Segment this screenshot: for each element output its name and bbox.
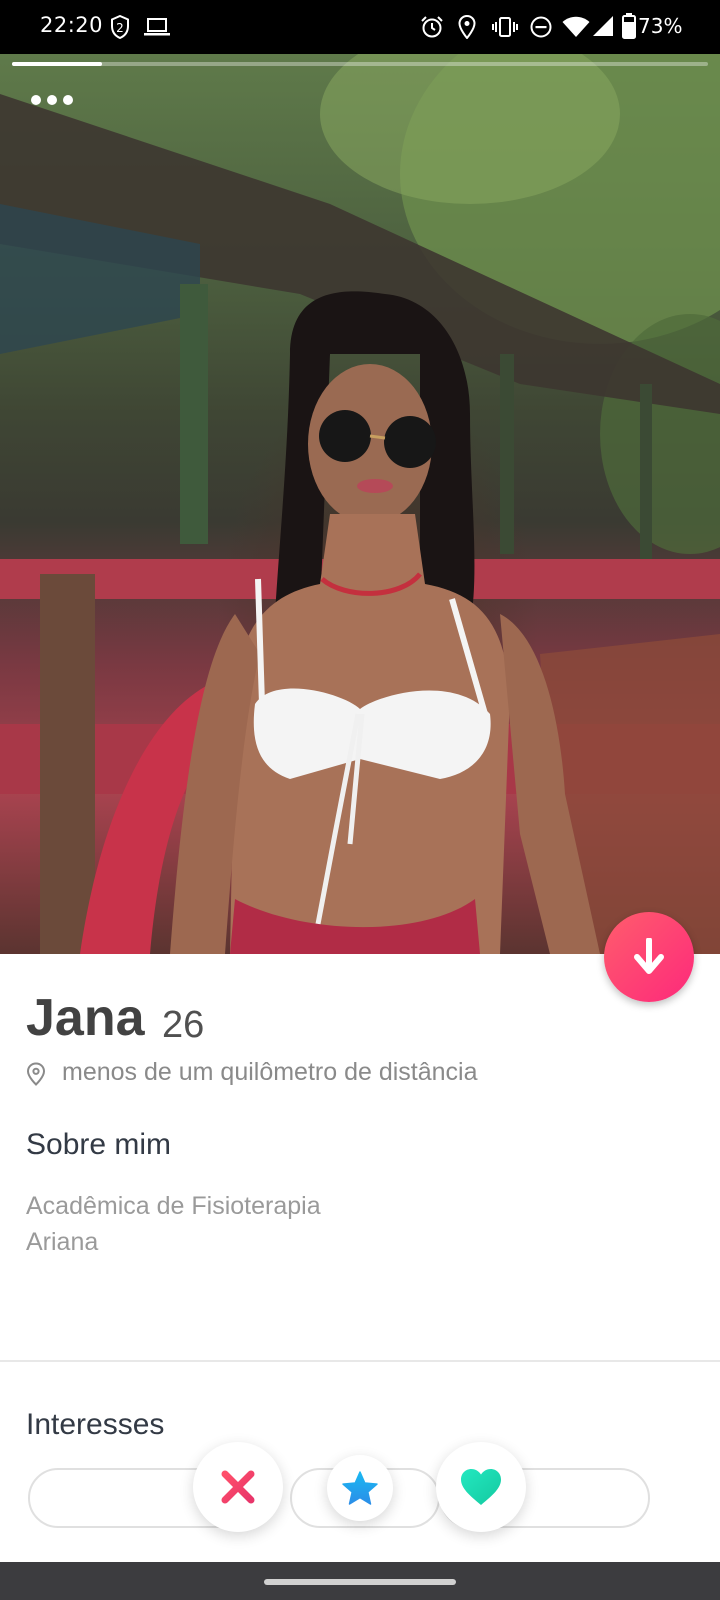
profile-name: Jana: [26, 989, 145, 1047]
alarm-icon: [421, 16, 443, 38]
laptop-icon: [144, 18, 170, 36]
bio-line: Ariana: [26, 1228, 99, 1256]
interests-title: Interesses: [26, 1408, 165, 1441]
profile-age: 26: [162, 1004, 205, 1046]
heart-icon: [461, 1469, 501, 1505]
home-gesture-handle[interactable]: [264, 1579, 456, 1585]
section-divider: [0, 1360, 720, 1362]
system-navigation-bar: [0, 1562, 720, 1600]
two-step-icon: 2: [111, 15, 129, 39]
signal-icon: [593, 16, 613, 36]
photo-progress-bar: [12, 62, 708, 66]
wifi-icon: [562, 16, 590, 37]
profile-photo[interactable]: [0, 54, 720, 954]
dislike-button[interactable]: [193, 1442, 283, 1532]
status-bar: 22:20 2 73%: [0, 0, 720, 54]
more-dots-icon[interactable]: [30, 94, 74, 106]
location-pin-icon: [26, 1062, 46, 1086]
battery-icon: [622, 13, 636, 39]
battery-percentage: 73%: [638, 14, 683, 38]
bio-line: Acadêmica de Fisioterapia: [26, 1192, 321, 1220]
location-icon: [458, 15, 476, 39]
close-icon: [221, 1470, 255, 1504]
distance-text: menos de um quilômetro de distância: [62, 1058, 478, 1086]
dnd-icon: [530, 16, 552, 38]
photo-scene: [0, 54, 720, 954]
like-button[interactable]: [436, 1442, 526, 1532]
photo-progress-fill: [12, 62, 103, 66]
arrow-down-icon: [634, 938, 664, 974]
vibrate-icon: [492, 17, 518, 37]
collapse-profile-button[interactable]: [604, 912, 694, 1002]
star-icon: [342, 1471, 378, 1505]
about-title: Sobre mim: [26, 1128, 172, 1161]
svg-text:2: 2: [116, 21, 124, 35]
super-like-button[interactable]: [327, 1455, 393, 1521]
status-time: 22:20: [40, 13, 104, 37]
